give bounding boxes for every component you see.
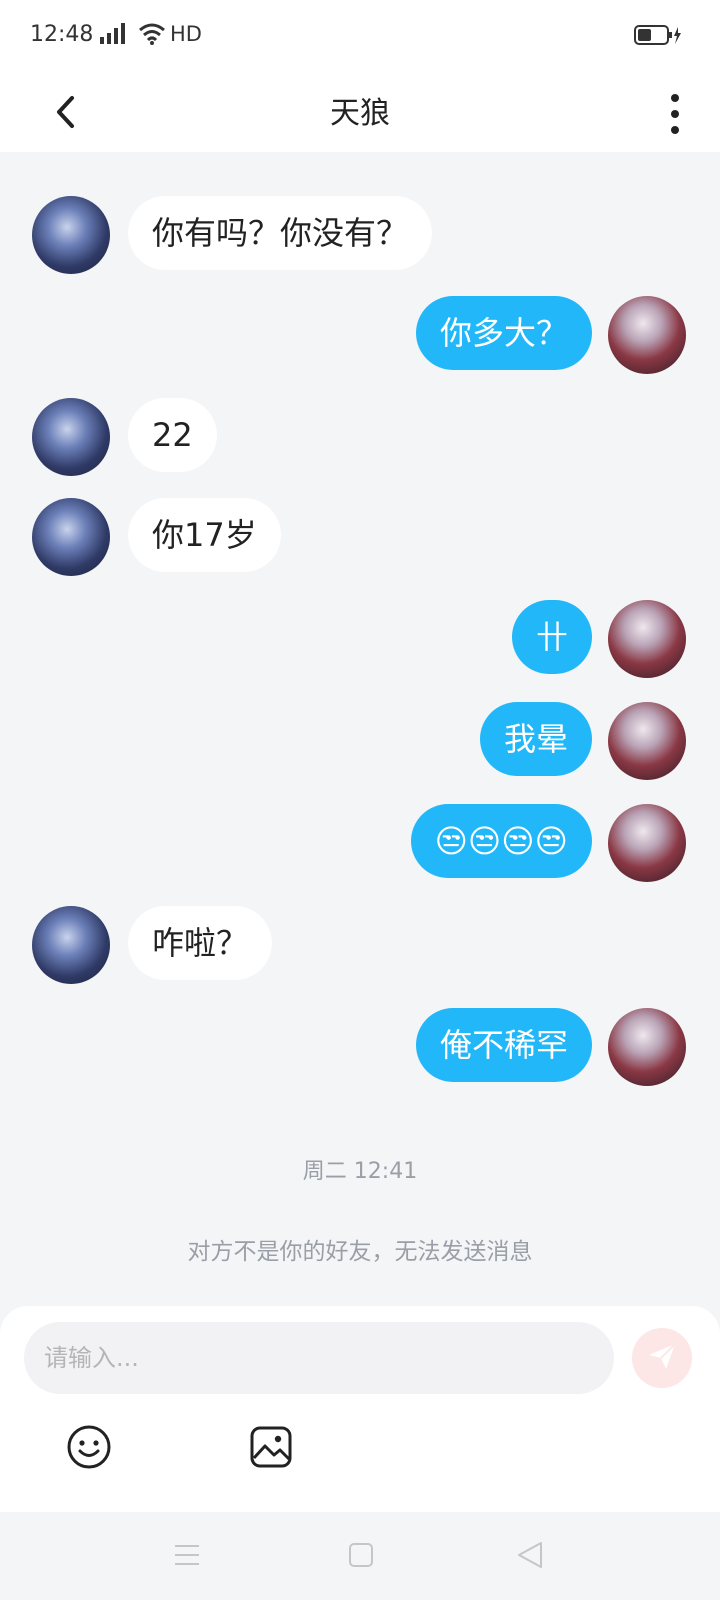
wifi-icon: [138, 22, 166, 50]
signal-icon: [100, 22, 130, 50]
message-timestamp: 周二 12:41: [302, 1159, 418, 1184]
network-label: HD: [170, 22, 202, 46]
message-bubble-received[interactable]: 22: [128, 398, 217, 472]
avatar-self[interactable]: [608, 296, 686, 374]
message-bubble-received[interactable]: 你17岁: [128, 498, 281, 572]
system-nav-bar: [0, 1512, 720, 1600]
message-bubble-received[interactable]: 咋啦？: [128, 906, 273, 980]
avatar-contact[interactable]: [32, 906, 110, 984]
message-row: 你有吗？你没有？: [0, 196, 720, 274]
message-row: 俺不稀罕: [0, 1008, 720, 1086]
message-row: 卄: [0, 600, 720, 678]
more-vertical-icon[interactable]: [660, 84, 690, 140]
emoji-icon[interactable]: [66, 1424, 112, 1474]
not-friend-notice: 对方不是你的好友，无法发送消息: [187, 1239, 533, 1265]
message-row: 咋啦？: [0, 906, 720, 984]
message-row: 22: [0, 398, 720, 476]
send-button[interactable]: [632, 1328, 692, 1388]
menu-icon[interactable]: [174, 1542, 200, 1572]
message-row: 你多大？: [0, 296, 720, 374]
status-time: 12:48: [30, 22, 94, 47]
input-panel: [0, 1306, 720, 1512]
home-icon[interactable]: [348, 1542, 374, 1572]
message-bubble-sent[interactable]: 卄: [511, 600, 592, 674]
back-icon[interactable]: [516, 1540, 544, 1574]
message-bubble-sent[interactable]: 😒😒😒😒: [410, 804, 592, 878]
message-bubble-sent[interactable]: 我晕: [479, 702, 592, 776]
message-row: 你17岁: [0, 498, 720, 576]
send-icon: [646, 1340, 678, 1376]
avatar-self[interactable]: [608, 1008, 686, 1086]
chat-header: 天狼: [0, 72, 720, 152]
message-input[interactable]: [24, 1322, 614, 1394]
avatar-contact[interactable]: [32, 196, 110, 274]
avatar-contact[interactable]: [32, 498, 110, 576]
avatar-self[interactable]: [608, 600, 686, 678]
chat-title: 天狼: [330, 96, 390, 131]
message-bubble-sent[interactable]: 俺不稀罕: [415, 1008, 592, 1082]
avatar-contact[interactable]: [32, 398, 110, 476]
battery-icon: [634, 24, 682, 52]
message-row: 我晕: [0, 702, 720, 780]
avatar-self[interactable]: [608, 702, 686, 780]
message-row: 😒😒😒😒: [0, 804, 720, 882]
message-bubble-received[interactable]: 你有吗？你没有？: [128, 196, 433, 270]
status-bar: 12:48 HD: [0, 0, 720, 72]
image-icon[interactable]: [248, 1424, 294, 1474]
avatar-self[interactable]: [608, 804, 686, 882]
message-bubble-sent[interactable]: 你多大？: [415, 296, 592, 370]
